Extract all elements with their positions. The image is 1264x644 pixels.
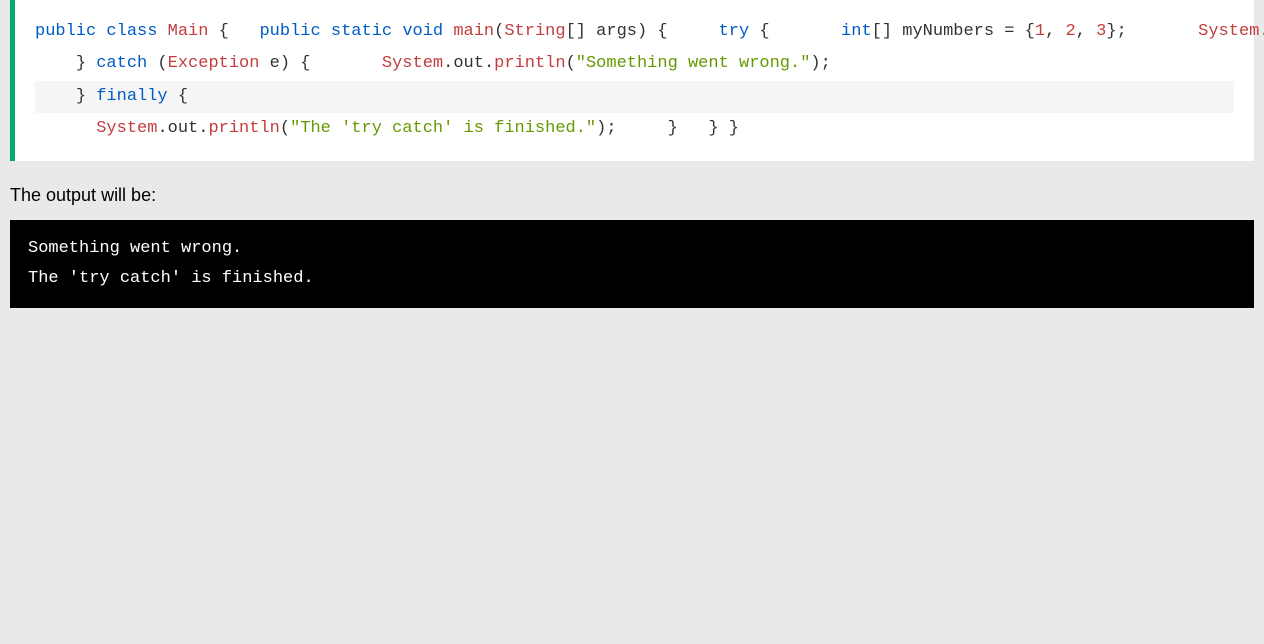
class-system: System — [1198, 22, 1259, 41]
end: ); — [596, 119, 616, 138]
number: 3 — [1096, 22, 1106, 41]
code-block: public class Main { public static void m… — [10, 0, 1254, 161]
keyword-void: void — [402, 22, 443, 41]
dot: . — [198, 119, 208, 138]
indent — [678, 22, 719, 41]
indent — [239, 22, 259, 41]
code-line-10: } — [627, 119, 678, 138]
indent — [688, 119, 708, 138]
number: 1 — [1035, 22, 1045, 41]
brace: { — [749, 22, 769, 41]
member-out: out — [453, 54, 484, 73]
class-system: System — [96, 119, 157, 138]
type-exception: Exception — [168, 54, 260, 73]
brace: { — [168, 87, 188, 106]
indent — [35, 54, 76, 73]
dot: . — [443, 54, 453, 73]
keyword-class: class — [106, 22, 157, 41]
dot: . — [157, 119, 167, 138]
code-line-2: public static void main(String[] args) { — [239, 22, 668, 41]
comma: , — [1076, 22, 1096, 41]
keyword-try: try — [719, 22, 750, 41]
type-string: String — [504, 22, 565, 41]
code-line-12: } — [729, 119, 739, 138]
code-line-8: } finally { — [35, 81, 1234, 113]
code-line-11: } — [688, 119, 719, 138]
paren: ( — [280, 119, 290, 138]
dot: . — [484, 54, 494, 73]
string-literal: "The 'try catch' is finished." — [290, 119, 596, 138]
method-println: println — [208, 119, 279, 138]
keyword-public: public — [35, 22, 96, 41]
method-main: main — [453, 22, 494, 41]
console-line-1: Something went wrong. — [28, 239, 242, 258]
code-line-4: int[] myNumbers = {1, 2, 3}; — [780, 22, 1127, 41]
brace: { — [208, 22, 228, 41]
keyword-public: public — [259, 22, 320, 41]
comma: , — [1045, 22, 1065, 41]
dot: . — [1259, 22, 1264, 41]
var-decl: [] myNumbers = { — [872, 22, 1035, 41]
end: }; — [1106, 22, 1126, 41]
keyword-static: static — [331, 22, 392, 41]
member-out: out — [168, 119, 199, 138]
console-line-2: The 'try catch' is finished. — [28, 269, 314, 288]
keyword-finally: finally — [96, 87, 167, 106]
brace: } — [708, 119, 718, 138]
code-line-5: System.out.println(myNumbers[10]); — [1137, 22, 1264, 41]
number: 2 — [1066, 22, 1076, 41]
paren: ( — [566, 54, 576, 73]
indent — [780, 22, 841, 41]
end: e) { — [259, 54, 310, 73]
brace: } — [76, 54, 96, 73]
method-println: println — [494, 54, 565, 73]
console-output: Something went wrong. The 'try catch' is… — [10, 220, 1254, 308]
code-line-3: try { — [678, 22, 770, 41]
indent — [321, 54, 382, 73]
keyword-int: int — [841, 22, 872, 41]
brace: } — [668, 119, 678, 138]
indent — [627, 119, 668, 138]
string-literal: "Something went wrong." — [576, 54, 811, 73]
brace: } — [729, 119, 739, 138]
args: [] args) { — [566, 22, 668, 41]
class-system: System — [382, 54, 443, 73]
class-name: Main — [168, 22, 209, 41]
paren: ( — [494, 22, 504, 41]
code-line-1: public class Main { — [35, 22, 229, 41]
indent — [35, 119, 96, 138]
indent — [35, 87, 76, 106]
output-caption: The output will be: — [10, 185, 1254, 206]
keyword-catch: catch — [96, 54, 147, 73]
paren: ( — [147, 54, 167, 73]
brace: } — [76, 87, 96, 106]
code-line-9: System.out.println("The 'try catch' is f… — [35, 119, 617, 138]
code-line-6: } catch (Exception e) { — [35, 54, 310, 73]
end: ); — [810, 54, 830, 73]
indent — [1137, 22, 1198, 41]
code-line-7: System.out.println("Something went wrong… — [321, 54, 831, 73]
